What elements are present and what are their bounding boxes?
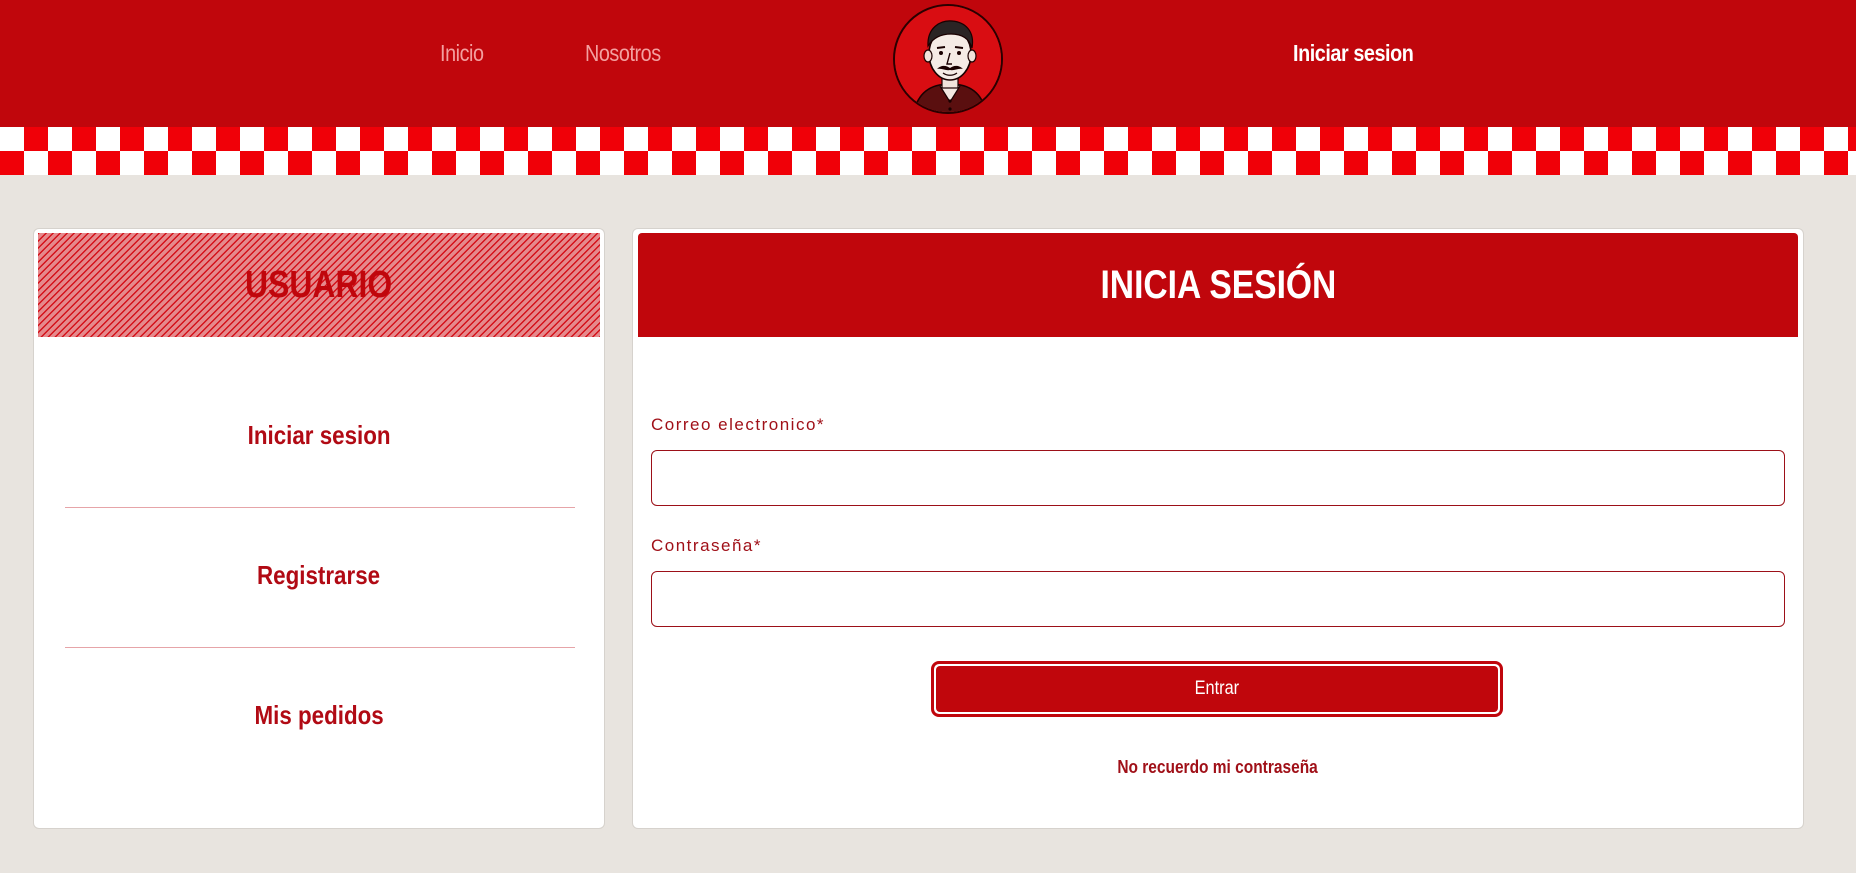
user-menu-card: USUARIO Iniciar sesion Registrarse Mis p…: [33, 228, 605, 829]
logo-mascot[interactable]: [893, 4, 1003, 114]
menu-divider: [65, 647, 575, 648]
user-menu-header: USUARIO: [38, 233, 600, 337]
password-field[interactable]: [651, 571, 1785, 627]
user-menu-item-label: Iniciar sesion: [247, 420, 391, 450]
login-title: INICIA SESIÓN: [1100, 262, 1336, 307]
entrar-button-label: Entrar: [1194, 678, 1240, 699]
email-field[interactable]: [651, 450, 1785, 506]
user-menu-item-label: Mis pedidos: [254, 700, 384, 730]
nav-link-iniciar-sesion[interactable]: Iniciar sesion: [1293, 40, 1414, 67]
user-menu-item-registrarse[interactable]: Registrarse: [34, 560, 604, 591]
entrar-button[interactable]: Entrar: [936, 666, 1498, 712]
checkered-border: [0, 127, 1856, 175]
forgot-password-label: No recuerdo mi contraseña: [1117, 757, 1319, 777]
user-menu-item-iniciar-sesion[interactable]: Iniciar sesion: [34, 420, 604, 451]
login-header: INICIA SESIÓN: [638, 233, 1798, 337]
mascot-illustration: [895, 6, 1001, 112]
user-menu-title: USUARIO: [245, 263, 393, 306]
menu-divider: [65, 507, 575, 508]
site-header: Inicio Nosotros Iniciar sesion: [0, 0, 1856, 127]
forgot-password-link[interactable]: No recuerdo mi contraseña: [633, 757, 1803, 778]
nav-link-nosotros[interactable]: Nosotros: [585, 40, 661, 67]
user-menu-item-label: Registrarse: [257, 560, 381, 590]
user-menu-item-mis-pedidos[interactable]: Mis pedidos: [34, 700, 604, 731]
submit-button-frame[interactable]: Entrar: [931, 661, 1503, 717]
password-label: Contraseña*: [651, 536, 763, 555]
email-label: Correo electronico*: [651, 415, 826, 434]
login-card: INICIA SESIÓN Correo electronico* Contra…: [632, 228, 1804, 829]
nav-link-inicio[interactable]: Inicio: [440, 40, 484, 67]
